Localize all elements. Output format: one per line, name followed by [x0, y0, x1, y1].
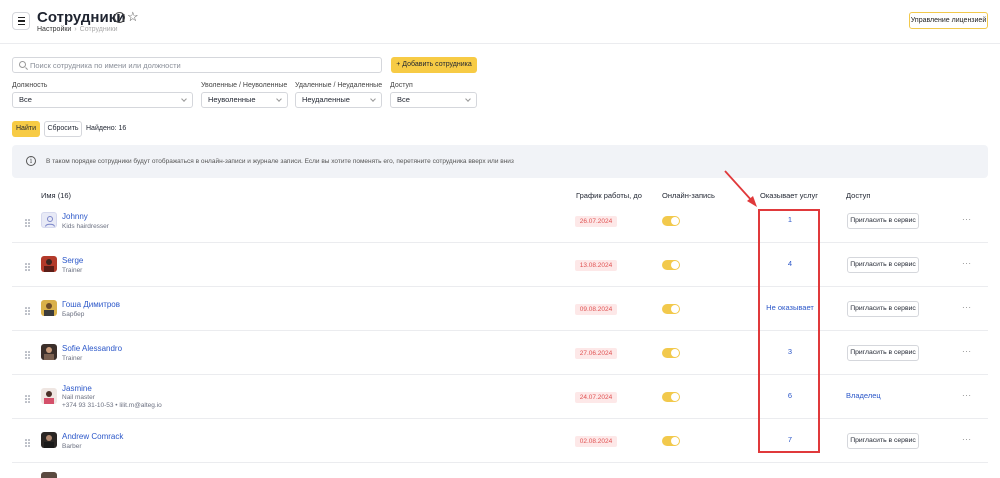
more-icon[interactable]: ···: [962, 303, 972, 312]
invite-button[interactable]: Пригласить в сервис: [847, 345, 919, 361]
drag-handle-icon[interactable]: [25, 439, 30, 447]
employee-role: Nail master: [62, 394, 95, 401]
avatar: [41, 212, 57, 228]
breadcrumb-separator-icon: ›: [74, 26, 77, 33]
annotation-arrow-icon: [724, 170, 757, 207]
employee-name[interactable]: Johnny: [62, 212, 88, 221]
schedule-badge: 27.06.2024: [575, 348, 617, 359]
find-button[interactable]: Найти: [12, 121, 40, 137]
drag-handle-icon[interactable]: [25, 263, 30, 271]
online-booking-toggle[interactable]: [662, 392, 680, 402]
filter-select-deleted[interactable]: Неудаленные: [295, 92, 382, 108]
breadcrumb-settings[interactable]: Настройки: [37, 26, 71, 33]
license-button[interactable]: Управление лицензией: [909, 12, 988, 29]
filter-select-access[interactable]: Все: [390, 92, 477, 108]
online-booking-toggle[interactable]: [662, 348, 680, 358]
employee-role: Trainer: [62, 355, 83, 362]
schedule-badge: 02.08.2024: [575, 436, 617, 447]
avatar: [41, 388, 57, 404]
menu-icon[interactable]: [12, 12, 30, 30]
employee-role: Барбер: [62, 311, 85, 318]
more-icon[interactable]: ···: [962, 347, 972, 356]
invite-button[interactable]: Пригласить в сервис: [847, 257, 919, 273]
more-icon[interactable]: ···: [962, 391, 972, 400]
avatar: [41, 256, 57, 272]
employee-name[interactable]: Гоша Димитров: [62, 300, 120, 309]
drag-handle-icon[interactable]: [25, 395, 30, 403]
search-icon: [19, 61, 26, 68]
table-row[interactable]: Andrew Comrack Barber 02.08.2024 7 Пригл…: [12, 419, 988, 463]
schedule-badge: 13.08.2024: [575, 260, 617, 271]
table-row[interactable]: Sofie Alessandro Trainer 27.06.2024 3 Пр…: [12, 331, 988, 375]
found-count: Найдено: 16: [86, 125, 127, 132]
filter-label-deleted: Удаленные / Неудаленные: [295, 82, 383, 89]
schedule-badge: 09.08.2024: [575, 304, 617, 315]
avatar: [41, 344, 57, 360]
filter-label-access: Доступ: [390, 82, 413, 89]
employee-name[interactable]: Serge: [62, 256, 83, 265]
online-booking-toggle[interactable]: [662, 260, 680, 270]
drag-handle-icon[interactable]: [25, 351, 30, 359]
table-row-partial: [41, 472, 57, 478]
filter-label-dismissed: Уволенные / Неуволенные: [201, 82, 288, 89]
invite-button[interactable]: Пригласить в сервис: [847, 213, 919, 229]
chevron-down-icon: [465, 96, 471, 102]
table-row[interactable]: Serge Trainer 13.08.2024 4 Пригласить в …: [12, 243, 988, 287]
search-input[interactable]: [30, 59, 375, 71]
star-icon[interactable]: ☆: [127, 9, 139, 25]
banner-text: В таком порядке сотрудники будут отображ…: [46, 158, 514, 165]
online-booking-toggle[interactable]: [662, 216, 680, 226]
more-icon[interactable]: ···: [962, 215, 972, 224]
annotation-highlight-box: [758, 209, 820, 453]
table-row[interactable]: Гоша Димитров Барбер 09.08.2024 Не оказы…: [12, 287, 988, 331]
filter-select-position[interactable]: Все: [12, 92, 193, 108]
employee-name[interactable]: Andrew Comrack: [62, 432, 123, 441]
breadcrumb: Настройки › Сотрудники: [37, 26, 118, 33]
top-bar: Сотрудники i ☆ Настройки › Сотрудники Упра…: [0, 0, 1000, 44]
chevron-down-icon: [276, 96, 282, 102]
avatar: [41, 300, 57, 316]
employee-name[interactable]: Sofie Alessandro: [62, 344, 122, 353]
filter-value: Неудаленные: [302, 95, 350, 104]
drag-handle-icon[interactable]: [25, 219, 30, 227]
chevron-down-icon: [370, 96, 376, 102]
access-owner-label[interactable]: Владелец: [846, 391, 881, 400]
more-icon[interactable]: ···: [962, 259, 972, 268]
search-field[interactable]: [12, 57, 382, 73]
filter-select-dismissed[interactable]: Неуволенные: [201, 92, 288, 108]
reset-button[interactable]: Сбросить: [44, 121, 82, 137]
filter-value: Неуволенные: [208, 95, 256, 104]
online-booking-toggle[interactable]: [662, 436, 680, 446]
drag-handle-icon[interactable]: [25, 307, 30, 315]
online-booking-toggle[interactable]: [662, 304, 680, 314]
schedule-badge: 24.07.2024: [575, 392, 617, 403]
more-icon[interactable]: ···: [962, 435, 972, 444]
schedule-badge: 26.07.2024: [575, 216, 617, 227]
employee-role: Kids hairdresser: [62, 223, 109, 230]
page-title: Сотрудники: [37, 9, 126, 26]
avatar: [41, 432, 57, 448]
table-row[interactable]: Jasmine Nail master +374 93 31-10-53 • l…: [12, 375, 988, 419]
table-row[interactable]: Johnny Kids hairdresser 26.07.2024 1 При…: [12, 199, 988, 243]
filter-value: Все: [19, 95, 32, 104]
employee-role: Barber: [62, 443, 82, 450]
chevron-down-icon: [181, 96, 187, 102]
invite-button[interactable]: Пригласить в сервис: [847, 301, 919, 317]
info-banner: i В таком порядке сотрудники будут отобр…: [12, 145, 988, 178]
employee-role: Trainer: [62, 267, 83, 274]
add-employee-button[interactable]: + Добавить сотрудника: [391, 57, 477, 73]
info-icon: i: [26, 156, 36, 166]
employee-contact: +374 93 31-10-53 • lilit.m@alteg.io: [62, 402, 162, 409]
employee-name[interactable]: Jasmine: [62, 384, 92, 393]
info-icon[interactable]: i: [114, 12, 125, 23]
filter-label-position: Должность: [12, 82, 48, 89]
filter-value: Все: [397, 95, 410, 104]
breadcrumb-current: Сотрудники: [79, 26, 118, 33]
invite-button[interactable]: Пригласить в сервис: [847, 433, 919, 449]
